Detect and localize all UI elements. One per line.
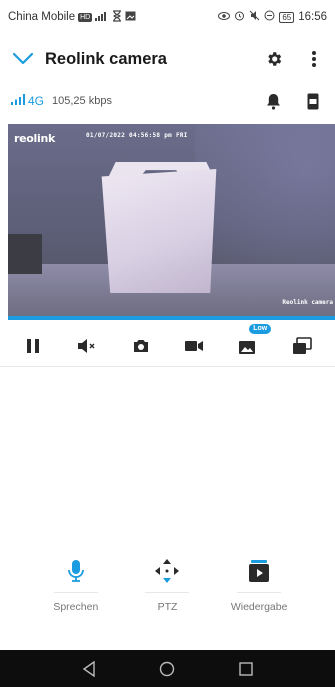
multi-view-button[interactable]: [289, 333, 315, 359]
more-vertical-icon[interactable]: [303, 48, 325, 70]
live-video-view[interactable]: reolink 01/07/2022 04:56:58 pm FRI Reoli…: [8, 124, 335, 316]
alarm-icon: [234, 10, 245, 24]
page-title: Reolink camera: [45, 49, 167, 68]
bottom-actions: Sprechen PTZ Wiedergabe: [0, 555, 335, 617]
gear-icon[interactable]: [263, 48, 285, 70]
hd-badge: HD: [78, 12, 93, 22]
ptz-label: PTZ: [157, 601, 178, 613]
image-icon: [125, 11, 136, 24]
signal-icon: [95, 11, 109, 23]
location-icon: [264, 10, 275, 24]
clock: 16:56: [298, 11, 327, 23]
camera-device-icon[interactable]: [302, 90, 324, 112]
action-underline: [237, 592, 282, 593]
chevron-down-icon[interactable]: [10, 46, 36, 72]
carrier-name: China Mobile: [8, 11, 76, 23]
playback-label: Wiedergabe: [230, 601, 288, 613]
eye-icon: [218, 11, 231, 24]
video-stream-bar: [8, 316, 335, 320]
quality-button[interactable]: Low: [235, 324, 272, 359]
status-left: China Mobile HD: [8, 9, 136, 25]
video-logo: reolink: [14, 132, 56, 145]
connection-actions: [262, 90, 324, 112]
nav-recents-icon[interactable]: [236, 659, 256, 679]
mute-button[interactable]: [74, 333, 100, 359]
playback-icon: [243, 555, 275, 587]
system-nav-bar: [0, 650, 335, 687]
video-object: [8, 234, 42, 274]
hourglass-icon: [112, 9, 122, 25]
talk-action[interactable]: Sprechen: [36, 555, 116, 617]
status-bar: China Mobile HD 65 16:56: [0, 0, 335, 34]
ptz-action[interactable]: PTZ: [127, 555, 207, 617]
nav-back-icon[interactable]: [79, 659, 99, 679]
controls-divider: [0, 366, 335, 367]
video-box: [101, 169, 217, 293]
signal-strength-icon: [11, 92, 25, 110]
playback-action[interactable]: Wiedergabe: [219, 555, 299, 617]
status-right: 65 16:56: [218, 10, 327, 24]
action-underline: [53, 592, 98, 593]
ptz-arrows-icon: [151, 555, 183, 587]
microphone-icon: [60, 555, 92, 587]
talk-label: Sprechen: [53, 601, 99, 613]
playback-controls: Low: [0, 324, 335, 366]
pause-button[interactable]: [20, 333, 46, 359]
record-button[interactable]: [181, 333, 207, 359]
connection-bar: 4G 105,25 kbps: [0, 84, 335, 118]
nav-home-icon[interactable]: [157, 659, 177, 679]
video-watermark: Reolink camera: [282, 299, 333, 306]
snapshot-button[interactable]: [128, 333, 154, 359]
bell-icon[interactable]: [262, 90, 284, 112]
app-bar-actions: [263, 48, 325, 70]
mute-status-icon: [249, 10, 260, 24]
battery-icon: 65: [279, 11, 295, 23]
app-bar: Reolink camera: [0, 36, 335, 82]
video-timestamp: 01/07/2022 04:56:58 pm FRI: [86, 132, 188, 139]
network-type: 4G: [28, 94, 45, 108]
action-underline: [145, 592, 190, 593]
quality-badge: Low: [249, 324, 272, 334]
video-wall-light: [195, 124, 335, 274]
bitrate: 105,25 kbps: [52, 95, 112, 107]
